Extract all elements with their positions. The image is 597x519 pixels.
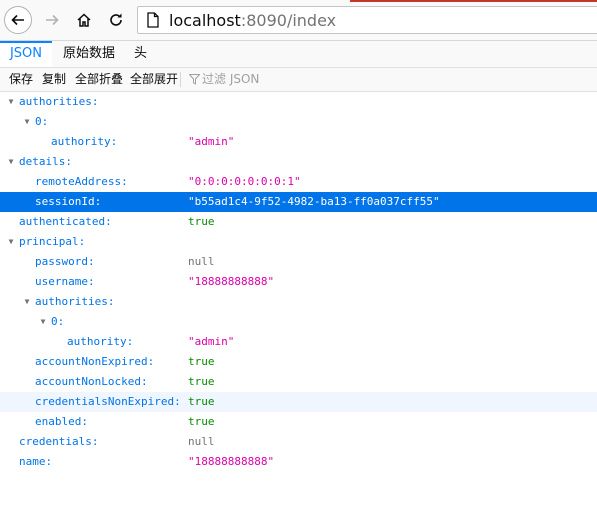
tree-value: true (188, 415, 215, 428)
viewer-tabs: JSON 原始数据 头 (0, 41, 597, 68)
tree-key: principal: (19, 235, 86, 248)
tree-key: name: (19, 455, 53, 468)
tree-row[interactable]: remoteAddress: "0:0:0:0:0:0:0:1" (0, 172, 597, 192)
tree-key: credentials: (19, 435, 99, 448)
tree-value: "18888888888" (188, 455, 275, 468)
tree-key: authority: (51, 135, 118, 148)
tree-row[interactable]: ▼ authorities: (0, 292, 597, 312)
forward-icon (46, 14, 59, 26)
expand-toggle-icon[interactable]: ▼ (6, 232, 16, 252)
expand-toggle-icon[interactable]: ▼ (22, 292, 32, 312)
tree-key: authority: (67, 335, 134, 348)
tree-row[interactable]: sessionId: "b55ad1c4-9f52-4982-ba13-ff0a0… (0, 192, 597, 212)
tree-value: "0:0:0:0:0:0:0:1" (188, 175, 301, 188)
tree-value: "admin" (188, 135, 235, 148)
tree-row[interactable]: authority: "admin" (0, 132, 597, 152)
expand-toggle-icon[interactable]: ▼ (6, 152, 16, 172)
tree-row[interactable]: ▼ principal: (0, 232, 597, 252)
tree-key: remoteAddress: (35, 175, 128, 188)
expand-toggle-icon[interactable]: ▼ (6, 92, 16, 112)
tree-value: true (188, 215, 215, 228)
tree-value: null (188, 255, 215, 268)
tree-value: null (188, 435, 215, 448)
json-actions-bar: 保存 复制 全部折叠 全部展开 过滤 JSON (0, 68, 597, 92)
copy-button[interactable]: 复制 (42, 68, 66, 91)
tab-raw-data-label: 原始数据 (63, 46, 116, 61)
tree-key: authenticated: (19, 215, 112, 228)
tree-row[interactable]: password: null (0, 252, 597, 272)
tree-key: accountNonLocked: (35, 375, 148, 388)
tree-row[interactable]: authenticated: true (0, 212, 597, 232)
address-bar[interactable]: localhost:8090/index (137, 6, 597, 34)
collapse-all-button[interactable]: 全部折叠 (75, 68, 123, 91)
expand-toggle-icon[interactable]: ▼ (38, 312, 48, 332)
reload-button[interactable] (102, 6, 130, 34)
tree-row[interactable]: name: "18888888888" (0, 452, 597, 472)
tab-json[interactable]: JSON (0, 41, 52, 67)
expand-all-button[interactable]: 全部展开 (130, 68, 178, 91)
url-path: :8090/index (240, 11, 337, 30)
tree-value: true (188, 355, 215, 368)
tree-key: credentialsNonExpired: (35, 395, 181, 408)
tree-row[interactable]: accountNonExpired: true (0, 352, 597, 372)
tree-row[interactable]: ▼ authorities: (0, 92, 597, 112)
tree-key: enabled: (35, 415, 88, 428)
home-icon (77, 13, 91, 27)
tree-row[interactable]: ▼ details: (0, 152, 597, 172)
browser-toolbar: localhost:8090/index (0, 0, 597, 41)
tab-accent-line (350, 0, 597, 2)
tree-row[interactable]: credentialsNonExpired: true (0, 392, 597, 412)
toolbar-divider (180, 72, 181, 87)
tab-json-label: JSON (9, 46, 43, 61)
tab-raw-data[interactable]: 原始数据 (63, 41, 115, 67)
tree-row[interactable]: authority: "admin" (0, 332, 597, 352)
expand-toggle-icon[interactable]: ▼ (22, 112, 32, 132)
filter-icon (189, 74, 200, 85)
tree-key: username: (35, 275, 95, 288)
tree-row[interactable]: enabled: true (0, 412, 597, 432)
tree-value: "18888888888" (188, 275, 275, 288)
tree-row[interactable]: username: "18888888888" (0, 272, 597, 292)
forward-button[interactable] (38, 6, 66, 34)
page-icon (147, 12, 159, 28)
home-button[interactable] (70, 6, 98, 34)
back-button[interactable] (4, 6, 32, 34)
tree-value: true (188, 395, 215, 408)
tree-value: "admin" (188, 335, 235, 348)
tree-key: authorities: (35, 295, 115, 308)
tree-key: 0: (51, 315, 65, 328)
back-icon (11, 14, 24, 26)
tab-headers-label: 头 (134, 46, 148, 61)
json-tree: ▼ authorities: ▼ 0: authority: "admin" ▼ detail… (0, 92, 597, 472)
tree-row[interactable]: ▼ 0: (0, 312, 597, 332)
url-text[interactable]: localhost:8090/index (169, 11, 336, 30)
tree-key: 0: (35, 115, 49, 128)
tree-row[interactable]: accountNonLocked: true (0, 372, 597, 392)
tree-value: true (188, 375, 215, 388)
tree-key: authorities: (19, 95, 99, 108)
tree-key: sessionId: (35, 195, 102, 208)
tree-value: "b55ad1c4-9f52-4982-ba13-ff0a037cff55" (188, 195, 440, 208)
filter-json-input[interactable]: 过滤 JSON (202, 68, 259, 91)
url-host: localhost (169, 11, 241, 30)
reload-icon (110, 13, 122, 26)
tree-key: password: (35, 255, 95, 268)
tree-key: accountNonExpired: (35, 355, 155, 368)
tree-row[interactable]: ▼ 0: (0, 112, 597, 132)
tab-headers[interactable]: 头 (134, 41, 147, 67)
tree-row[interactable]: credentials: null (0, 432, 597, 452)
active-tab-indicator (0, 41, 52, 43)
tree-key: details: (19, 155, 72, 168)
save-button[interactable]: 保存 (9, 68, 33, 91)
